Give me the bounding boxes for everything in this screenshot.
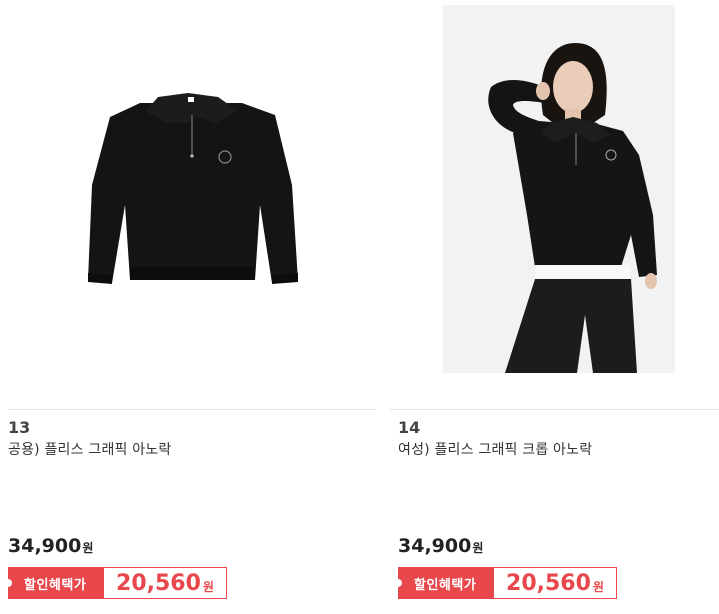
sale-price: 20,560 원 <box>104 567 227 599</box>
sale-price: 20,560 원 <box>494 567 617 599</box>
sale-price-value: 20,560 <box>506 570 591 596</box>
price-value: 34,900 <box>8 535 82 557</box>
sale-price-value: 20,560 <box>116 570 201 596</box>
product-image[interactable] <box>443 5 675 373</box>
product-card[interactable]: 13 공용) 플리스 그래픽 아노락 34,900원 할인혜택가 20,560 원 <box>4 0 376 614</box>
dot-icon <box>4 579 12 587</box>
sale-price-unit: 원 <box>592 579 604 594</box>
sale-price-box: 할인혜택가 20,560 원 <box>4 567 227 599</box>
sweater-image <box>88 93 298 284</box>
product-card[interactable]: 14 여성) 플리스 그래픽 크롭 아노락 34,900원 할인혜택가 20,5… <box>390 0 719 614</box>
price-unit: 원 <box>472 541 484 555</box>
sale-label: 할인혜택가 <box>394 567 494 599</box>
original-price: 34,900원 <box>8 535 93 557</box>
sale-label: 할인혜택가 <box>4 567 104 599</box>
dot-icon <box>394 579 402 587</box>
model-image <box>443 5 675 373</box>
product-name[interactable]: 여성) 플리스 그래픽 크롭 아노락 <box>398 439 592 459</box>
sale-price-unit: 원 <box>202 579 214 594</box>
sale-price-box: 할인혜택가 20,560 원 <box>394 567 617 599</box>
original-price: 34,900원 <box>398 535 483 557</box>
sale-label-text: 할인혜택가 <box>24 577 87 593</box>
product-image[interactable] <box>40 5 330 373</box>
divider <box>390 409 719 410</box>
price-value: 34,900 <box>398 535 472 557</box>
sale-label-text: 할인혜택가 <box>414 577 477 593</box>
product-name[interactable]: 공용) 플리스 그래픽 아노락 <box>8 439 172 459</box>
rank-number: 13 <box>8 418 31 437</box>
price-unit: 원 <box>82 541 94 555</box>
rank-number: 14 <box>398 418 421 437</box>
divider <box>8 409 376 410</box>
